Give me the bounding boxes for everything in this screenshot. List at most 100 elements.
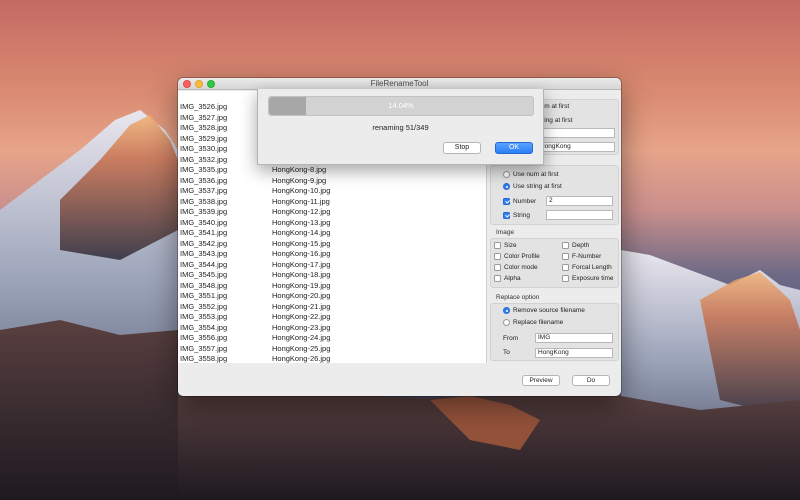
to-field[interactable]: HongKong [535,348,613,358]
remove-source-radio[interactable]: Remove source filename [503,306,585,315]
depth-checkbox[interactable]: Depth [562,241,589,250]
table-row[interactable]: IMG_3537.jpg HongKong-10.jpg [178,186,486,197]
forcal-length-checkbox[interactable]: Forcal Length [562,263,612,272]
table-row[interactable]: IMG_3544.jpg HongKong-17.jpg [178,259,486,271]
alpha-checkbox[interactable]: Alpha [494,274,521,283]
table-row[interactable]: IMG_3554.jpg HongKong-23.jpg [178,322,486,334]
table-row[interactable]: IMG_3552.jpg HongKong-21.jpg [178,301,486,313]
checkbox-unchecked-icon [562,253,569,260]
source-filename: IMG_3529.jpg [180,133,228,143]
order-group: Use num at first Use string at first Num… [490,165,619,225]
source-filename: IMG_3542.jpg [180,238,228,248]
source-filename: IMG_3544.jpg [180,259,228,269]
target-filename: HongKong-12.jpg [272,207,331,216]
table-row[interactable]: IMG_3558.jpg HongKong-26.jpg [178,354,486,363]
source-filename: IMG_3540.jpg [180,217,228,227]
radio-on-icon [503,183,510,190]
source-filename: IMG_3538.jpg [180,196,228,206]
image-group: Size Depth Color Profile F-Number Color … [490,238,619,288]
stop-button[interactable]: Stop [443,142,481,154]
source-filename: IMG_3541.jpg [180,228,228,237]
table-row[interactable]: IMG_3543.jpg HongKong-16.jpg [178,249,486,260]
target-filename: HongKong-24.jpg [272,333,331,342]
table-row[interactable]: IMG_3548.jpg HongKong-19.jpg [178,280,486,292]
target-filename: HongKong-10.jpg [272,186,331,195]
color-mode-checkbox[interactable]: Color mode [494,263,538,272]
source-filename: IMG_3530.jpg [180,144,228,153]
source-filename: IMG_3558.jpg [180,354,228,363]
table-row[interactable]: IMG_3535.jpg HongKong-8.jpg [178,165,486,176]
target-filename: HongKong-17.jpg [272,259,331,269]
source-filename: IMG_3551.jpg [180,291,228,300]
source-filename: IMG_3553.jpg [180,312,228,321]
checkbox-unchecked-icon [494,275,501,282]
source-filename: IMG_3527.jpg [180,112,228,122]
use-num-first-radio[interactable]: Use num at first [503,170,559,179]
table-row[interactable]: IMG_3545.jpg HongKong-18.jpg [178,270,486,281]
do-button[interactable]: Do [572,375,610,386]
target-filename: HongKong-8.jpg [272,165,327,174]
checkbox-checked-icon [503,212,510,219]
use-string-first-radio[interactable]: Use string at first [503,182,562,191]
target-filename: HongKong-25.jpg [272,343,331,353]
table-row[interactable]: IMG_3557.jpg HongKong-25.jpg [178,343,486,355]
top-number-field[interactable] [537,128,615,138]
target-filename: HongKong-16.jpg [272,249,331,258]
source-filename: IMG_3532.jpg [180,154,228,164]
table-row[interactable]: IMG_3540.jpg HongKong-13.jpg [178,217,486,229]
table-row[interactable]: IMG_3556.jpg HongKong-24.jpg [178,333,486,344]
replace-section-title: Replace option [496,294,540,301]
checkbox-unchecked-icon [494,242,501,249]
target-filename: HongKong-9.jpg [272,175,327,185]
target-filename: HongKong-22.jpg [272,312,331,321]
table-row[interactable]: IMG_3539.jpg HongKong-12.jpg [178,207,486,218]
table-row[interactable]: IMG_3542.jpg HongKong-15.jpg [178,238,486,250]
ok-button[interactable]: OK [495,142,533,154]
target-filename: HongKong-19.jpg [272,280,331,290]
replace-filename-radio[interactable]: Replace filename [503,318,563,327]
image-section-title: Image [496,229,515,236]
radio-off-icon [503,319,510,326]
f-number-checkbox[interactable]: F-Number [562,252,601,261]
checkbox-unchecked-icon [494,253,501,260]
source-filename: IMG_3526.jpg [180,102,228,111]
replace-group: Remove source filename Replace filename … [490,303,619,361]
target-filename: HongKong-13.jpg [272,217,331,227]
source-filename: IMG_3535.jpg [180,165,228,174]
to-label: To [503,349,510,356]
source-filename: IMG_3556.jpg [180,333,228,342]
exposure-time-checkbox[interactable]: Exposure time [562,274,614,283]
top-string-field[interactable]: HongKong [537,142,615,152]
table-row[interactable]: IMG_3538.jpg HongKong-11.jpg [178,196,486,208]
target-filename: HongKong-21.jpg [272,301,331,311]
source-filename: IMG_3528.jpg [180,123,228,132]
number-field[interactable]: 2 [546,196,613,206]
string-checkbox[interactable]: String [503,211,530,220]
table-row[interactable]: IMG_3536.jpg HongKong-9.jpg [178,175,486,187]
source-filename: IMG_3537.jpg [180,186,228,195]
progress-percent-text: 14.04% [388,101,414,110]
preview-button[interactable]: Preview [522,375,560,386]
number-checkbox[interactable]: Number [503,197,536,206]
target-filename: HongKong-11.jpg [272,196,330,206]
table-row[interactable]: IMG_3551.jpg HongKong-20.jpg [178,291,486,302]
size-checkbox[interactable]: Size [494,241,517,250]
table-row[interactable]: IMG_3541.jpg HongKong-14.jpg [178,228,486,239]
target-filename: HongKong-15.jpg [272,238,331,248]
source-filename: IMG_3539.jpg [180,207,228,216]
checkbox-unchecked-icon [494,264,501,271]
source-filename: IMG_3554.jpg [180,322,228,332]
progress-bar: 14.04% [268,96,534,116]
source-filename: IMG_3536.jpg [180,175,228,185]
source-filename: IMG_3557.jpg [180,343,228,353]
from-field[interactable]: IMG [535,333,613,343]
source-filename: IMG_3543.jpg [180,249,228,258]
target-filename: HongKong-18.jpg [272,270,331,279]
table-row[interactable]: IMG_3553.jpg HongKong-22.jpg [178,312,486,323]
string-field[interactable] [546,210,613,220]
checkbox-checked-icon [503,198,510,205]
radio-off-icon [503,171,510,178]
rename-status-text: renaming 51/349 [372,123,429,132]
color-profile-checkbox[interactable]: Color Profile [494,252,540,261]
radio-on-icon [503,307,510,314]
